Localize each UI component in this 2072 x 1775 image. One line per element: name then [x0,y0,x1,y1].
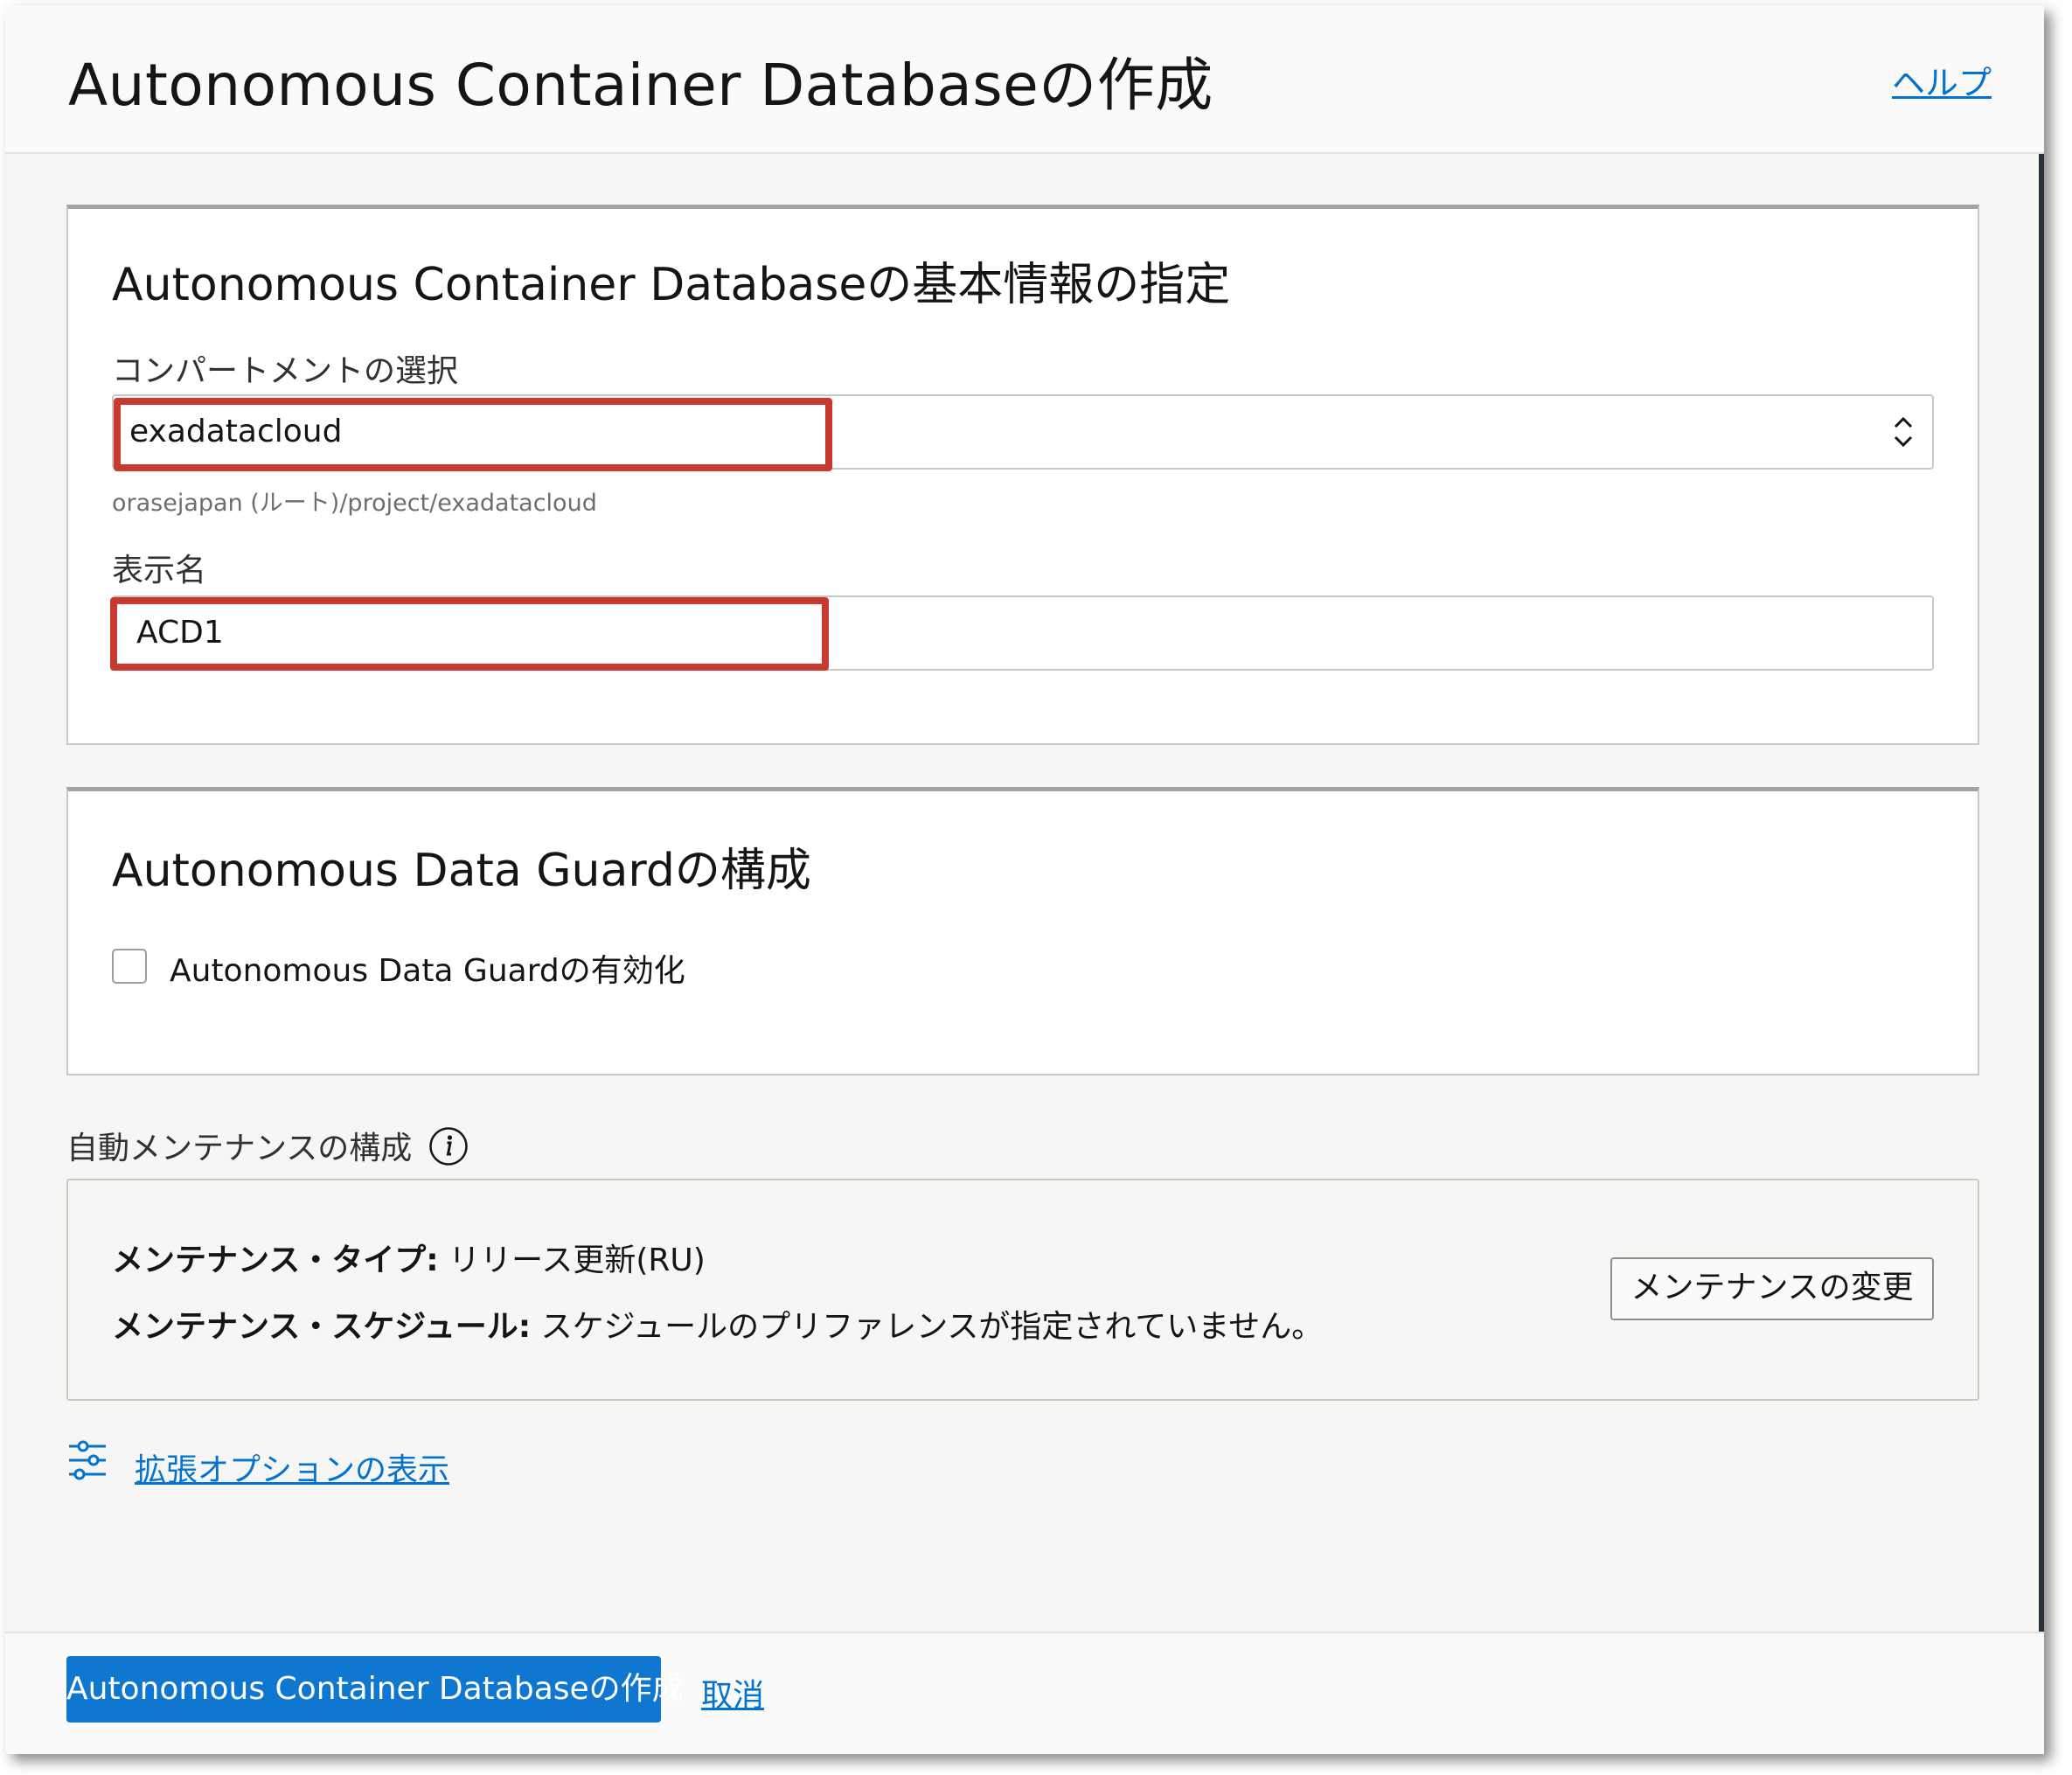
cancel-link[interactable]: 取消 [701,1670,764,1716]
display-name-value: ACD1 [136,615,224,651]
select-arrows-icon [1894,416,1913,448]
maintenance-schedule-value: スケジュールのプリファレンスが指定されていません。 [540,1309,1324,1345]
data-guard-section: Autonomous Data Guardの構成 Autonomous Data… [66,787,1979,1075]
panel-edge [2039,5,2044,1754]
panel-footer: Autonomous Container Databaseの作成 取消 [5,1632,2044,1754]
data-guard-checkbox-label: Autonomous Data Guardの有効化 [170,953,685,989]
maintenance-schedule-label: メンテナンス・スケジュール: [112,1309,532,1345]
compartment-select[interactable]: exadatacloud [112,394,1934,470]
data-guard-title: Autonomous Data Guardの構成 [112,845,811,897]
show-advanced-options-link[interactable]: 拡張オプションの表示 [135,1444,449,1490]
page-title: Autonomous Container Databaseの作成 [68,52,1213,119]
display-name-label: 表示名 [112,553,207,588]
maintenance-type-label: メンテナンス・タイプ: [112,1242,439,1278]
data-guard-checkbox[interactable] [112,949,147,984]
sliders-icon[interactable] [66,1439,108,1481]
basic-info-title: Autonomous Container Databaseの基本情報の指定 [112,259,1231,311]
compartment-path: orasejapan (ルート)/project/exadatacloud [112,490,597,517]
display-name-input[interactable]: ACD1 [112,595,1934,671]
create-acd-button[interactable]: Autonomous Container Databaseの作成 [66,1656,684,1723]
maintenance-type-line: メンテナンス・タイプ: リリース更新(RU) [112,1235,706,1280]
maintenance-section-label: 自動メンテナンスの構成 [66,1131,413,1166]
change-maintenance-button[interactable]: メンテナンスの変更 [1610,1257,1934,1320]
compartment-value: exadatacloud [129,414,343,449]
maintenance-schedule-line: メンテナンス・スケジュール: スケジュールのプリファレンスが指定されていません。 [112,1301,1323,1347]
maintenance-type-value: リリース更新(RU) [448,1242,706,1278]
create-acd-panel: Autonomous Container Databaseの作成 ヘルプ Aut… [5,5,2044,1754]
compartment-label: コンパートメントの選択 [112,353,459,389]
info-icon[interactable] [428,1126,469,1166]
help-link[interactable]: ヘルプ [1892,56,1992,104]
maintenance-box: メンテナンス・タイプ: リリース更新(RU) メンテナンス・スケジュール: スケ… [66,1179,1979,1401]
basic-info-section: Autonomous Container Databaseの基本情報の指定 コン… [66,205,1979,745]
panel-header: Autonomous Container Databaseの作成 ヘルプ [5,5,2044,154]
